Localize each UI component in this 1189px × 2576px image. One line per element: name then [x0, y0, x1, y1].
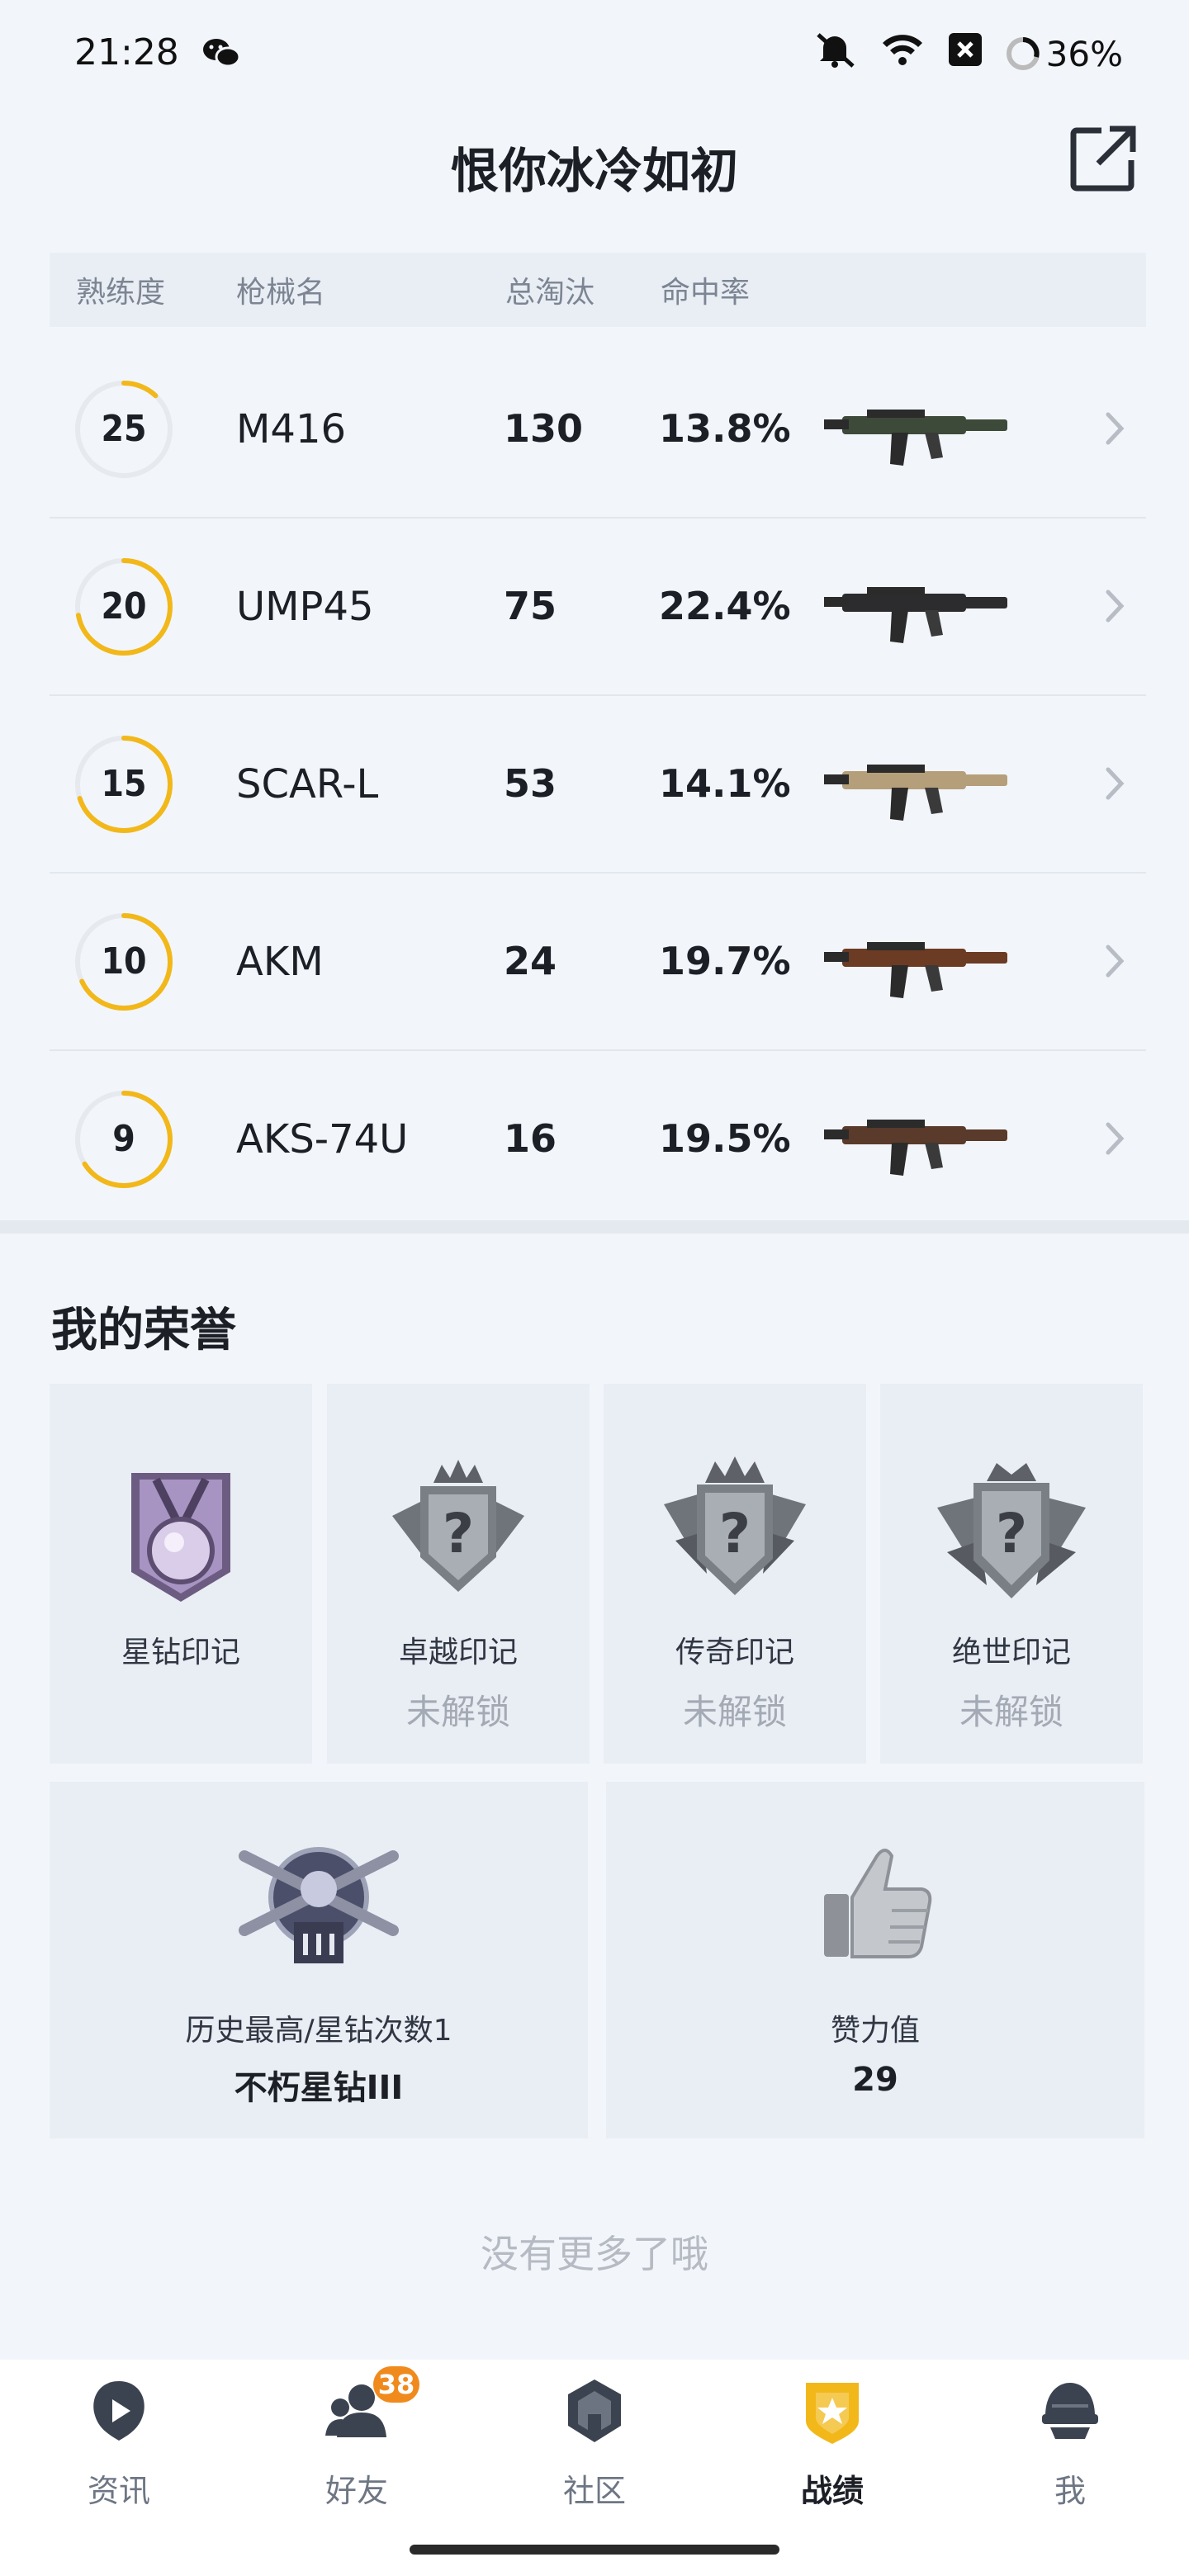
chevron-right-icon [1106, 767, 1125, 800]
honor-name: 星钻印记 [121, 1636, 240, 1669]
helmet-icon [1042, 2383, 1098, 2439]
honor-status: 未解锁 [959, 1692, 1063, 1732]
weapon-name: AKS-74U [236, 1116, 409, 1163]
honor-name: 卓越印记 [398, 1636, 518, 1669]
weapon-image-icon [824, 410, 1007, 466]
status-icons: 36% [812, 31, 1123, 76]
section-divider [0, 1220, 1189, 1234]
thumbs-up-icon [824, 1849, 932, 1958]
nav-item-friends[interactable]: 38 好友 [238, 2360, 476, 2525]
honor-card-legend[interactable]: ? 传奇印记 未解锁 [604, 1384, 866, 1764]
weapon-name: SCAR-L [236, 761, 379, 807]
weapon-image-icon [824, 1120, 1007, 1176]
no-more-text: 没有更多了哦 [481, 2232, 708, 2276]
mastery-level: 15 [101, 763, 147, 805]
honor-card-peerless[interactable]: ? 绝世印记 未解锁 [880, 1384, 1143, 1764]
weapon-row[interactable]: 9 AKS-74U 16 19.5% [50, 1050, 1146, 1229]
honors-title: 我的荣誉 [51, 1304, 236, 1357]
weapon-row[interactable]: 10 AKM 24 19.7% [50, 873, 1146, 1051]
honor-status: 未解锁 [682, 1692, 787, 1732]
weapon-kills: 130 [504, 406, 584, 451]
weapon-name: UMP45 [236, 584, 374, 630]
weapon-image-icon [824, 942, 1007, 998]
weapon-hit-rate: 14.1% [659, 761, 791, 806]
weapon-row[interactable]: 25 M416 130 13.8% [50, 340, 1146, 519]
best-rank-card[interactable]: 历史最高/星钻次数1 不朽星钻III [50, 1782, 588, 2138]
nav-label: 社区 [562, 2473, 626, 2509]
best-rank-value: 不朽星钻III [234, 2069, 404, 2107]
chevron-right-icon [1106, 1122, 1125, 1155]
battery-percent: 36% [1045, 33, 1123, 74]
mute-icon [812, 31, 858, 76]
likes-label: 赞力值 [830, 2014, 920, 2048]
nav-item-record[interactable]: 战绩 [713, 2360, 951, 2525]
col-hit-rate: 命中率 [661, 276, 751, 310]
wifi-icon [879, 31, 926, 76]
weapon-name: M416 [236, 406, 347, 452]
nav-item-community[interactable]: 社区 [476, 2360, 713, 2525]
chevron-right-icon [1106, 590, 1125, 623]
weapon-kills: 24 [504, 939, 557, 983]
status-time: 21:28 [74, 31, 179, 73]
mastery-level: 10 [101, 940, 147, 983]
mastery-level: 20 [101, 585, 147, 627]
weapon-row[interactable]: 15 SCAR-L 53 14.1% [50, 695, 1146, 874]
nav-label: 战绩 [800, 2473, 864, 2509]
locked-emblem-icon: ? [392, 1460, 524, 1592]
col-weapon-name: 枪械名 [236, 276, 326, 310]
share-button[interactable] [1068, 124, 1138, 193]
weapon-hit-rate: 19.5% [659, 1116, 791, 1161]
honor-card-star-diamond[interactable]: 星钻印记 [50, 1384, 312, 1764]
likes-value: 29 [852, 2061, 898, 2099]
col-total-kills: 总淘汰 [505, 276, 595, 310]
honor-name: 传奇印记 [675, 1636, 794, 1669]
bottom-nav: 资讯 38 好友 社区 战绩 我 [0, 2360, 1189, 2576]
weapon-kills: 16 [504, 1116, 557, 1161]
wechat-icon [201, 36, 241, 69]
weapon-row[interactable]: 20 UMP45 75 22.4% [50, 518, 1146, 696]
record-shield-icon [806, 2383, 859, 2444]
weapon-kills: 53 [504, 761, 557, 806]
home-indicator[interactable] [410, 2545, 779, 2555]
weapon-name: AKM [236, 939, 324, 985]
friends-badge: 38 [373, 2366, 419, 2403]
external-link-icon [1070, 125, 1136, 192]
weapon-image-icon [824, 765, 1007, 821]
honor-status: 未解锁 [405, 1692, 510, 1732]
chevron-right-icon [1106, 945, 1125, 978]
likes-card[interactable]: 赞力值 29 [606, 1782, 1144, 2138]
svg-text:?: ? [443, 1502, 474, 1565]
best-rank-label: 历史最高/星钻次数1 [185, 2014, 452, 2048]
svg-text:?: ? [719, 1502, 751, 1565]
mastery-level: 25 [101, 408, 147, 450]
chevron-right-icon [1106, 412, 1125, 445]
star-diamond-mark-icon [131, 1473, 230, 1602]
nav-item-news[interactable]: 资讯 [0, 2360, 238, 2525]
rank-emblem-icon [239, 1847, 399, 1963]
nav-label: 好友 [324, 2473, 388, 2509]
honor-name: 绝世印记 [951, 1636, 1071, 1669]
weapon-hit-rate: 19.7% [659, 939, 791, 983]
mastery-level: 9 [112, 1118, 135, 1160]
battery-ring-icon: 36% [1005, 34, 1123, 74]
col-mastery: 熟练度 [76, 276, 166, 310]
weapon-hit-rate: 22.4% [659, 584, 791, 628]
locked-emblem-icon: ? [664, 1456, 806, 1595]
weapon-hit-rate: 13.8% [659, 406, 791, 451]
page-title: 恨你冰冷如初 [450, 143, 738, 199]
nav-label: 我 [1054, 2473, 1086, 2509]
weapons-table-header: 熟练度 枪械名 总淘汰 命中率 [50, 253, 1146, 327]
weapon-kills: 75 [504, 584, 557, 628]
locked-emblem-icon: ? [937, 1463, 1086, 1598]
news-play-icon [93, 2381, 144, 2441]
nav-label: 资讯 [87, 2473, 150, 2509]
nav-item-me[interactable]: 我 [951, 2360, 1189, 2525]
close-box-icon [947, 31, 983, 76]
svg-text:?: ? [996, 1502, 1027, 1565]
community-icon [568, 2379, 621, 2442]
honor-card-excellence[interactable]: ? 卓越印记 未解锁 [327, 1384, 590, 1764]
weapon-image-icon [824, 587, 1007, 643]
